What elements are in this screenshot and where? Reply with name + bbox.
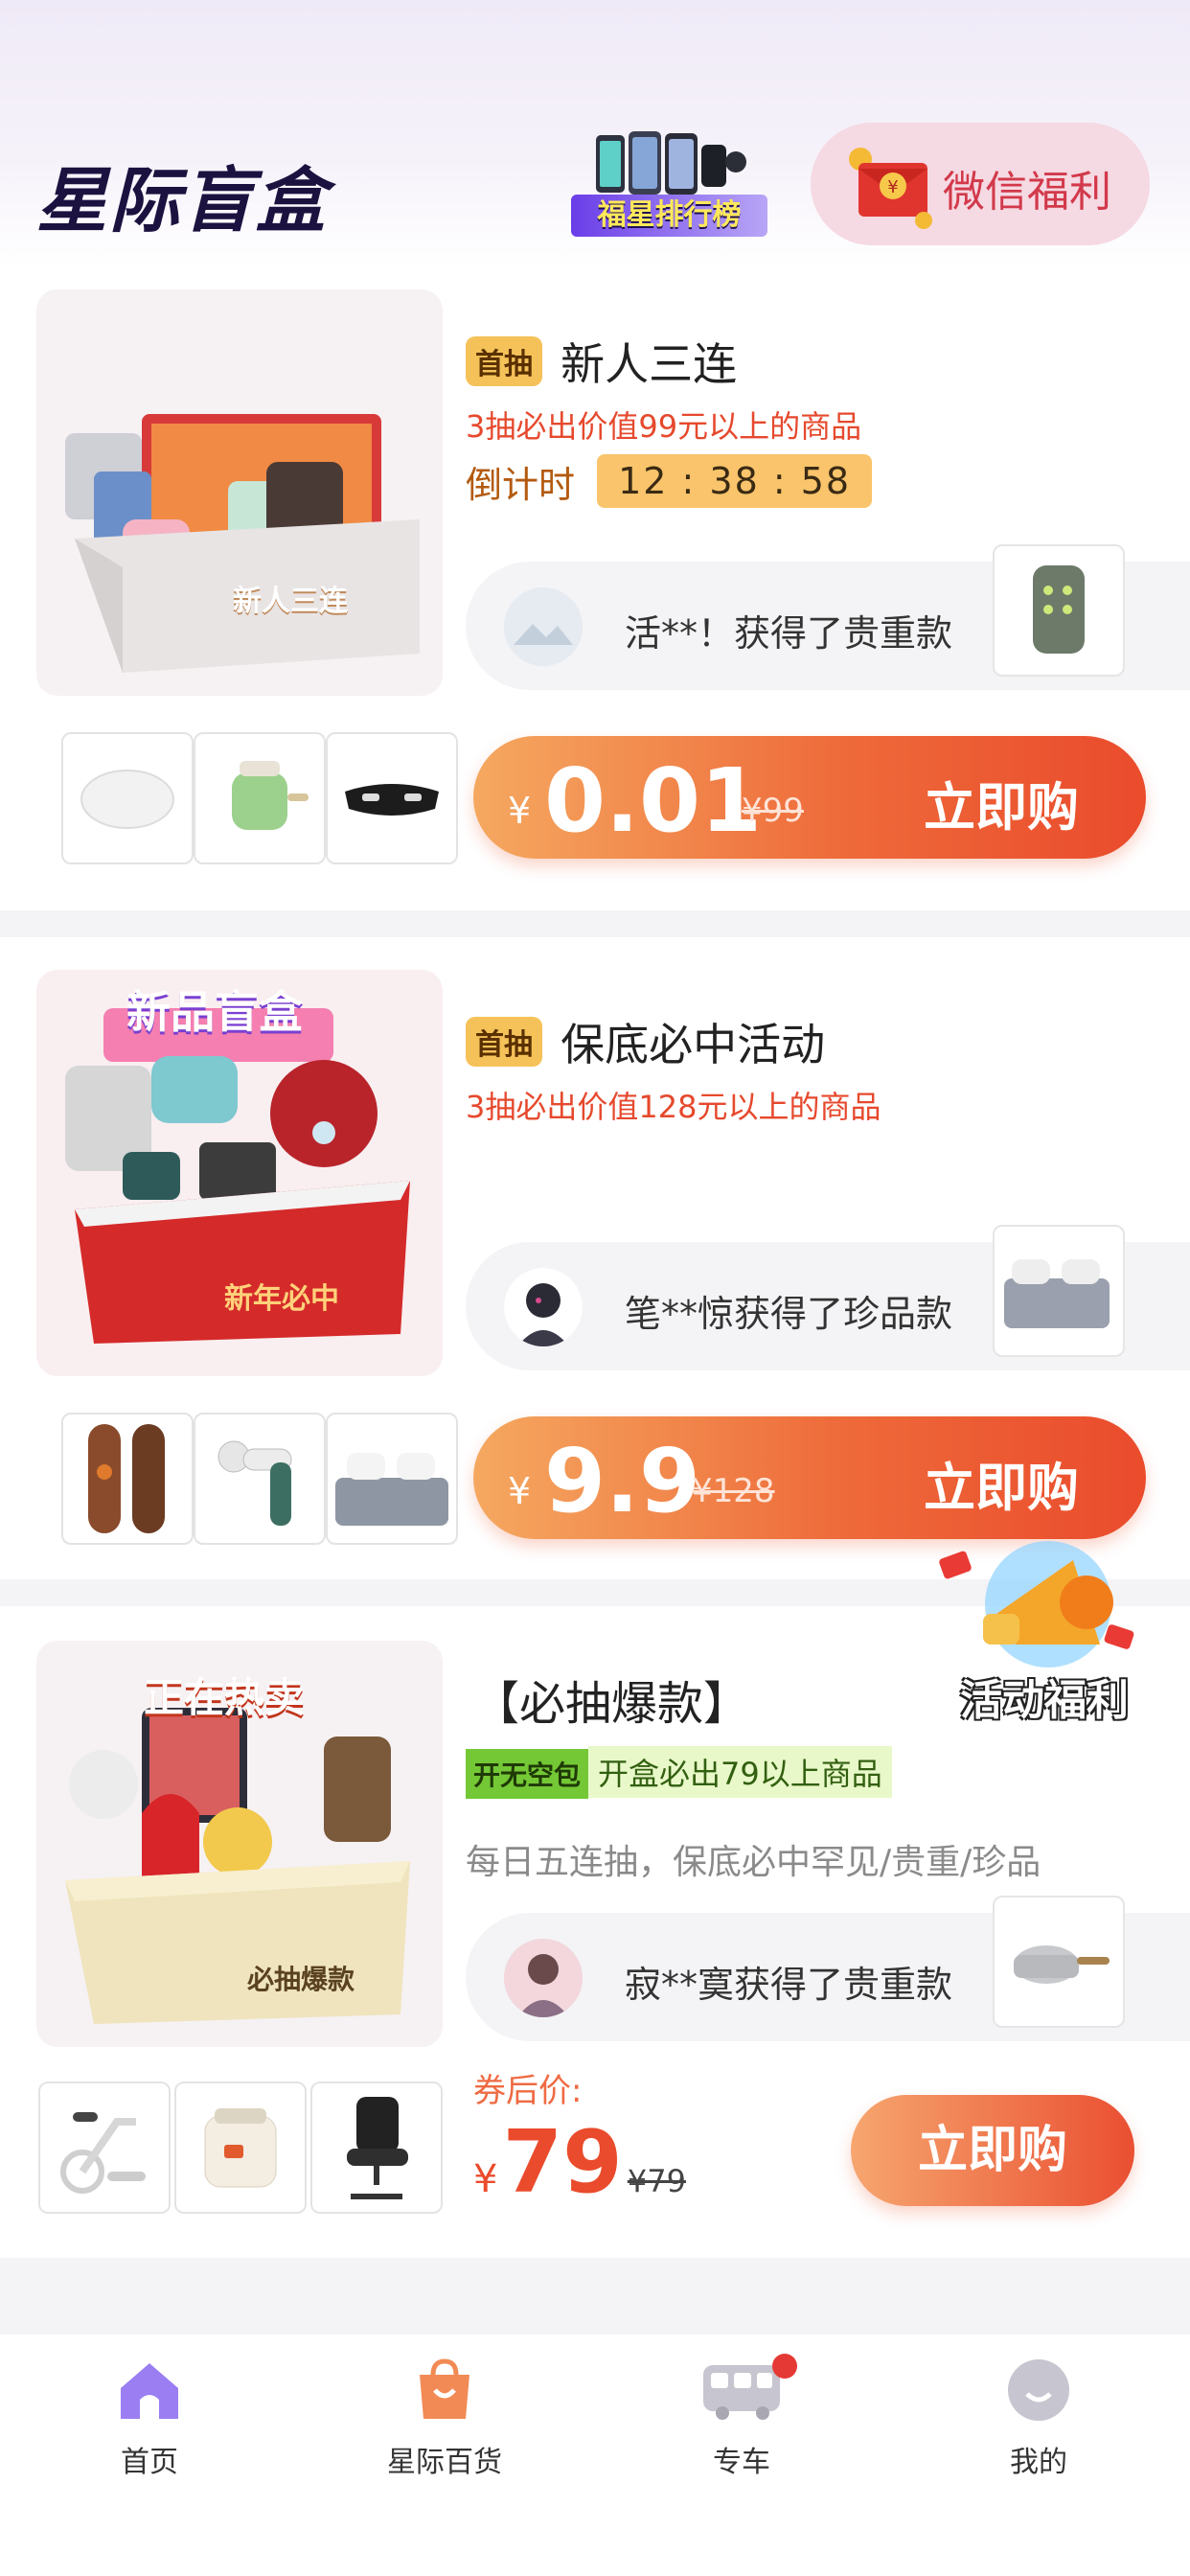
countdown-label: 倒计时 bbox=[466, 463, 576, 506]
shopping-bag-icon bbox=[420, 2358, 469, 2419]
countdown-timer: 12 : 38 : 58 bbox=[597, 454, 873, 508]
prize-thumbnail[interactable] bbox=[993, 544, 1125, 677]
card-subtitle: 3抽必出价值99元以上的商品 bbox=[466, 408, 862, 445]
card-description: 每日五连抽，保底必中罕见/贵重/珍品 bbox=[466, 1843, 1041, 1882]
original-price: ¥128 bbox=[692, 1472, 775, 1510]
profile-icon bbox=[1008, 2359, 1069, 2421]
buy-now-label: 立即购 bbox=[924, 1458, 1079, 1518]
product-thumb-eye-mask[interactable] bbox=[326, 732, 458, 864]
rank-label: 福星排行榜 bbox=[571, 195, 767, 237]
rank-button[interactable]: 福星排行榜 bbox=[571, 129, 767, 242]
product-thumb-cooker[interactable] bbox=[194, 732, 326, 864]
guarantee-badge: 开盒必出79以上商品 bbox=[588, 1746, 892, 1798]
buy-now-button[interactable]: ¥ 9.9 ¥128 立即购 bbox=[473, 1416, 1146, 1539]
box-image[interactable]: 新品盲盒 新年必中 bbox=[36, 970, 443, 1376]
notification-dot bbox=[772, 2354, 797, 2379]
activity-welfare-label: 活动福利 bbox=[960, 1676, 1129, 1725]
prize-thumbnail[interactable] bbox=[993, 1225, 1125, 1357]
product-thumb-office-chair[interactable] bbox=[310, 2082, 443, 2214]
winner-text: 活**！获得了贵重款 bbox=[625, 612, 953, 655]
tag-row: 开无空包 开盒必出79以上商品 bbox=[466, 1746, 892, 1799]
price-value: 9.9 bbox=[544, 1430, 700, 1532]
box-image[interactable]: 正在热卖 必抽爆款 bbox=[36, 1641, 443, 2047]
svg-text:¥: ¥ bbox=[887, 177, 898, 197]
product-thumb-massage-gun[interactable] bbox=[194, 1413, 326, 1545]
nav-item-store[interactable]: 星际百货 bbox=[349, 2356, 540, 2480]
wechat-welfare-label: 微信福利 bbox=[943, 168, 1111, 217]
card-title: 保底必中活动 bbox=[561, 1019, 826, 1070]
wechat-welfare-button[interactable]: ¥ 微信福利 bbox=[811, 123, 1150, 245]
red-envelope-icon: ¥ bbox=[849, 148, 932, 229]
product-thumb-bedding[interactable] bbox=[326, 1413, 458, 1545]
winner-text: 寂**寞获得了贵重款 bbox=[625, 1964, 953, 2006]
bottom-navigation: 首页 星际百货 专车 我的 bbox=[0, 2334, 1190, 2576]
original-price: ¥79 bbox=[627, 2163, 686, 2199]
app-logo: 星际盲盒 bbox=[36, 160, 328, 242]
box-top-caption: 新品盲盒 bbox=[126, 986, 303, 1038]
original-price: ¥99 bbox=[742, 792, 804, 830]
box-image[interactable]: 新人三连 bbox=[36, 289, 443, 696]
gift-box-illustration bbox=[65, 414, 420, 673]
buy-now-button[interactable]: ¥ 0.01 ¥99 立即购 bbox=[473, 736, 1146, 859]
box-top-caption: 正在热卖 bbox=[144, 1674, 306, 1721]
buy-now-button[interactable]: 立即购 bbox=[851, 2095, 1134, 2206]
buy-now-label: 立即购 bbox=[924, 777, 1079, 838]
after-coupon-label: 券后价: bbox=[473, 2072, 583, 2110]
winner-banner: 寂**寞获得了贵重款 bbox=[466, 1896, 1190, 2041]
winner-avatar bbox=[504, 1939, 583, 2017]
app-header: 星际盲盒 福星排行榜 ¥ 微信福利 bbox=[0, 0, 1190, 266]
nav-label: 首页 bbox=[121, 2446, 178, 2479]
box-caption: 新年必中 bbox=[224, 1282, 339, 1316]
prize-thumbnail[interactable] bbox=[993, 1896, 1125, 2028]
price-currency: ¥ bbox=[508, 790, 532, 832]
box-caption: 必抽爆款 bbox=[247, 1964, 355, 1995]
price-value: 0.01 bbox=[544, 749, 762, 852]
megaphone-icon bbox=[939, 1541, 1134, 1668]
winner-avatar bbox=[504, 587, 583, 666]
first-draw-badge: 首抽 bbox=[466, 1017, 542, 1067]
activity-welfare-float[interactable]: 活动福利 bbox=[929, 1522, 1159, 1742]
product-thumb-exercise-bike[interactable] bbox=[38, 2082, 171, 2214]
no-empty-badge: 开无空包 bbox=[466, 1749, 589, 1799]
product-thumb-rice-cooker[interactable] bbox=[174, 2082, 307, 2214]
nav-item-car[interactable]: 专车 bbox=[646, 2354, 837, 2480]
price-currency: ¥ bbox=[508, 1470, 532, 1512]
nav-label: 星际百货 bbox=[387, 2446, 502, 2479]
winner-banner: 活**！获得了贵重款 bbox=[466, 544, 1190, 690]
blind-box-card-1[interactable]: 新人三连 首抽 新人三连 3抽必出价值99元以上的商品 倒计时 12 : 38 … bbox=[0, 266, 1190, 910]
nav-item-home[interactable]: 首页 bbox=[54, 2356, 245, 2480]
after-coupon-price: ¥ 79 ¥79 bbox=[473, 2112, 686, 2213]
home-icon bbox=[121, 2363, 178, 2419]
nav-label: 专车 bbox=[713, 2446, 770, 2479]
price-value: 79 bbox=[502, 2112, 623, 2213]
product-thumb-skateboard[interactable] bbox=[61, 1413, 194, 1545]
nav-item-profile[interactable]: 我的 bbox=[943, 2356, 1134, 2480]
card-title: 【必抽爆款】 bbox=[473, 1677, 750, 1731]
blind-box-card-2[interactable]: 新品盲盒 新年必中 首抽 保底必中活动 3抽必出价值128元以上的商品 笔**惊… bbox=[0, 937, 1190, 1579]
winner-banner: 笔**惊获得了珍品款 bbox=[466, 1225, 1190, 1370]
box-caption: 新人三连 bbox=[233, 585, 348, 618]
price-currency: ¥ bbox=[473, 2157, 498, 2201]
first-draw-badge: 首抽 bbox=[466, 336, 542, 386]
phones-icon bbox=[596, 131, 746, 195]
product-thumb-pillow[interactable] bbox=[61, 732, 194, 864]
winner-text: 笔**惊获得了珍品款 bbox=[625, 1293, 953, 1335]
countdown-row: 倒计时 12 : 38 : 58 bbox=[466, 454, 873, 523]
card-title-row: 首抽 新人三连 bbox=[466, 330, 737, 390]
nav-label: 我的 bbox=[1010, 2446, 1067, 2479]
winner-avatar bbox=[504, 1268, 583, 1346]
card-title-row: 首抽 保底必中活动 bbox=[466, 1010, 825, 1070]
card-subtitle: 3抽必出价值128元以上的商品 bbox=[466, 1089, 881, 1125]
card-title: 新人三连 bbox=[561, 338, 738, 390]
